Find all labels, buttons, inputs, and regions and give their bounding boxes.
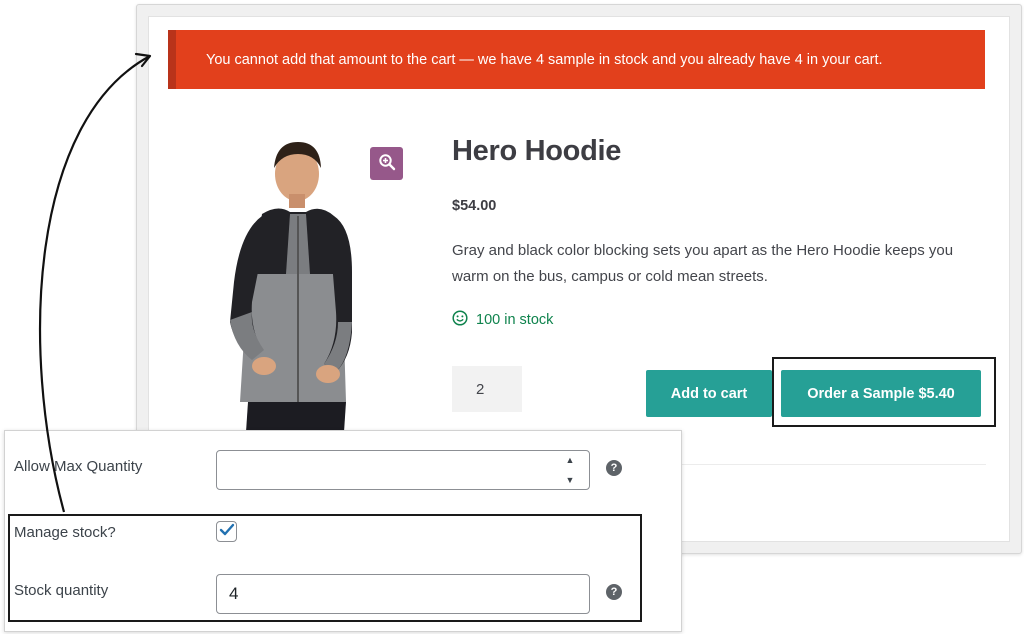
annotation-arrow	[38, 52, 152, 513]
